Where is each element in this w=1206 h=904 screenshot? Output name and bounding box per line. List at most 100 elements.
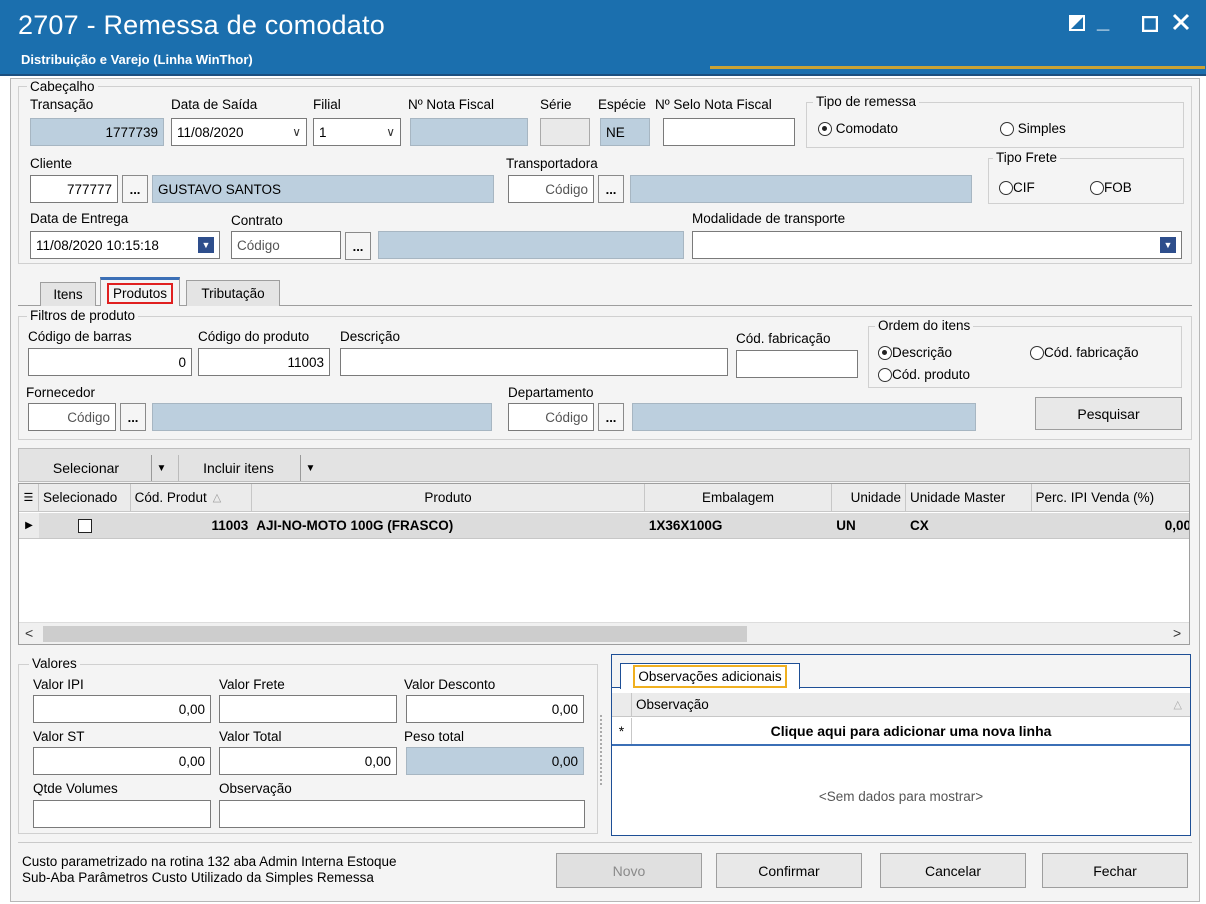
- radio-cif-icon[interactable]: [999, 181, 1013, 196]
- modalidade-select[interactable]: ▼: [692, 231, 1182, 259]
- col-cod-produto[interactable]: Cód. Produt △: [130, 484, 253, 512]
- departamento-search-button[interactable]: ...: [598, 403, 624, 431]
- radio-ordem-fabricacao-label: Cód. fabricação: [1044, 345, 1139, 360]
- restore-icon[interactable]: [1068, 14, 1086, 36]
- col-observacao-label: Observação: [636, 697, 709, 712]
- column-chooser-icon[interactable]: ☰: [19, 484, 39, 512]
- incluir-itens-button[interactable]: Incluir itens: [178, 455, 298, 481]
- modalidade-label: Modalidade de transporte: [692, 211, 846, 226]
- valor-total-input[interactable]: 0,00: [219, 747, 397, 775]
- col-perc-ipi[interactable]: Perc. IPI Venda (%): [1031, 484, 1189, 512]
- fechar-button[interactable]: Fechar: [1042, 853, 1188, 888]
- contrato-code-input[interactable]: Código: [231, 231, 341, 259]
- nota-fiscal-label: Nº Nota Fiscal: [408, 97, 494, 112]
- col-unidade[interactable]: Unidade: [832, 484, 906, 512]
- tab-produtos[interactable]: Produtos: [100, 277, 180, 306]
- maximize-icon[interactable]: [1141, 14, 1159, 36]
- novo-button[interactable]: Novo: [556, 853, 702, 888]
- valor-desconto-input[interactable]: 0,00: [406, 695, 584, 723]
- departamento-code-input[interactable]: Código: [508, 403, 594, 431]
- col-selecionado[interactable]: Selecionado: [38, 484, 131, 512]
- valor-total-value: 0,00: [364, 753, 391, 769]
- radio-comodato-icon[interactable]: [818, 122, 832, 137]
- chevron-down-icon[interactable]: ∨: [292, 125, 301, 139]
- cancelar-button[interactable]: Cancelar: [880, 853, 1026, 888]
- splitter-handle[interactable]: [600, 715, 606, 785]
- dropdown-arrow-icon[interactable]: ▼: [1160, 237, 1176, 253]
- scroll-right-icon[interactable]: >: [1173, 625, 1181, 641]
- incluir-dropdown-icon[interactable]: ▼: [300, 455, 320, 481]
- cliente-code-input[interactable]: 777777: [30, 175, 118, 203]
- radio-fob[interactable]: FOB: [1090, 180, 1132, 196]
- scroll-left-icon[interactable]: <: [25, 625, 33, 641]
- dropdown-arrow-icon[interactable]: ▼: [198, 237, 214, 253]
- cod-fabricacao-input[interactable]: [736, 350, 858, 378]
- radio-comodato[interactable]: Comodato: [818, 121, 898, 137]
- checkbox-icon[interactable]: [77, 518, 92, 533]
- cliente-name-value: GUSTAVO SANTOS: [158, 181, 282, 197]
- pesquisar-button[interactable]: Pesquisar: [1035, 397, 1182, 430]
- scrollbar-thumb[interactable]: [43, 626, 747, 642]
- data-saida-field[interactable]: 11/08/2020 ∨: [171, 118, 307, 146]
- observacao-input[interactable]: [219, 800, 585, 828]
- radio-ordem-fabricacao[interactable]: Cód. fabricação: [1030, 345, 1139, 361]
- close-icon[interactable]: [1172, 13, 1190, 35]
- transportadora-placeholder: Código: [545, 181, 588, 197]
- tab-observacoes[interactable]: Observações adicionais: [620, 663, 800, 689]
- radio-fob-icon[interactable]: [1090, 181, 1104, 196]
- codigo-barras-value: 0: [178, 354, 186, 370]
- filial-select[interactable]: 1 ∨: [313, 118, 401, 146]
- selecionar-dropdown-icon[interactable]: ▼: [151, 455, 171, 481]
- observacoes-panel: Observações adicionais Observação △ * Cli…: [611, 654, 1191, 836]
- radio-cif[interactable]: CIF: [999, 180, 1035, 196]
- radio-ordem-produto-icon[interactable]: [878, 368, 892, 383]
- transportadora-code-input[interactable]: Código: [508, 175, 594, 203]
- horizontal-scrollbar[interactable]: < >: [19, 622, 1189, 644]
- qtde-volumes-label: Qtde Volumes: [33, 781, 118, 796]
- row-produto: AJI-NO-MOTO 100G (FRASCO): [256, 518, 454, 533]
- tab-tributacao[interactable]: Tributação: [186, 280, 280, 306]
- qtde-volumes-input[interactable]: [33, 800, 211, 828]
- radio-ordem-fabricacao-icon[interactable]: [1030, 346, 1044, 361]
- col-observacao[interactable]: Observação △: [632, 693, 1190, 716]
- contrato-search-button[interactable]: ...: [345, 232, 371, 260]
- radio-cif-label: CIF: [1013, 180, 1035, 195]
- selecionar-button[interactable]: Selecionar: [22, 455, 150, 481]
- table-row[interactable]: ▶ 11003 AJI-NO-MOTO 100G (FRASCO) 1X36X1…: [19, 513, 1189, 539]
- confirmar-button[interactable]: Confirmar: [716, 853, 862, 888]
- descricao-input[interactable]: [340, 348, 728, 376]
- col-unidade-master[interactable]: Unidade Master: [905, 484, 1032, 512]
- fornecedor-search-button[interactable]: ...: [120, 403, 146, 431]
- cabecalho-legend: Cabeçalho: [27, 79, 98, 94]
- radio-simples-label: Simples: [1017, 121, 1066, 136]
- tab-itens[interactable]: Itens: [40, 282, 96, 306]
- codigo-produto-input[interactable]: 11003: [198, 348, 330, 376]
- footer-note-line1: Custo parametrizado na rotina 132 aba Ad…: [22, 854, 397, 869]
- col-produto[interactable]: Produto: [252, 484, 645, 512]
- radio-ordem-produto-label: Cód. produto: [892, 367, 971, 382]
- fornecedor-code-input[interactable]: Código: [28, 403, 116, 431]
- radio-ordem-descricao-label: Descrição: [892, 345, 953, 360]
- radio-ordem-descricao-icon[interactable]: [878, 346, 892, 361]
- radio-simples[interactable]: Simples: [1000, 121, 1066, 137]
- cliente-code-value: 777777: [66, 181, 112, 197]
- selo-input[interactable]: [663, 118, 795, 146]
- data-entrega-field[interactable]: 11/08/2020 10:15:18 ▼: [30, 231, 220, 259]
- valor-frete-input[interactable]: [219, 695, 397, 723]
- transacao-value: 1777739: [105, 124, 158, 140]
- filtros-legend: Filtros de produto: [27, 308, 139, 323]
- valor-ipi-input[interactable]: 0,00: [33, 695, 211, 723]
- transportadora-search-button[interactable]: ...: [598, 175, 624, 203]
- radio-ordem-produto[interactable]: Cód. produto: [878, 367, 971, 383]
- new-row[interactable]: * Clique aqui para adicionar uma nova li…: [612, 718, 1190, 746]
- minimize-icon[interactable]: _: [1097, 10, 1109, 32]
- col-embalagem[interactable]: Embalagem: [644, 484, 833, 512]
- radio-ordem-descricao[interactable]: Descrição: [878, 345, 953, 361]
- codigo-barras-input[interactable]: 0: [28, 348, 192, 376]
- filial-label: Filial: [313, 97, 341, 112]
- cliente-search-button[interactable]: ...: [122, 175, 148, 203]
- row-checkbox-cell[interactable]: [39, 513, 131, 538]
- valor-st-input[interactable]: 0,00: [33, 747, 211, 775]
- chevron-down-icon[interactable]: ∨: [386, 125, 395, 139]
- radio-simples-icon[interactable]: [1000, 122, 1014, 137]
